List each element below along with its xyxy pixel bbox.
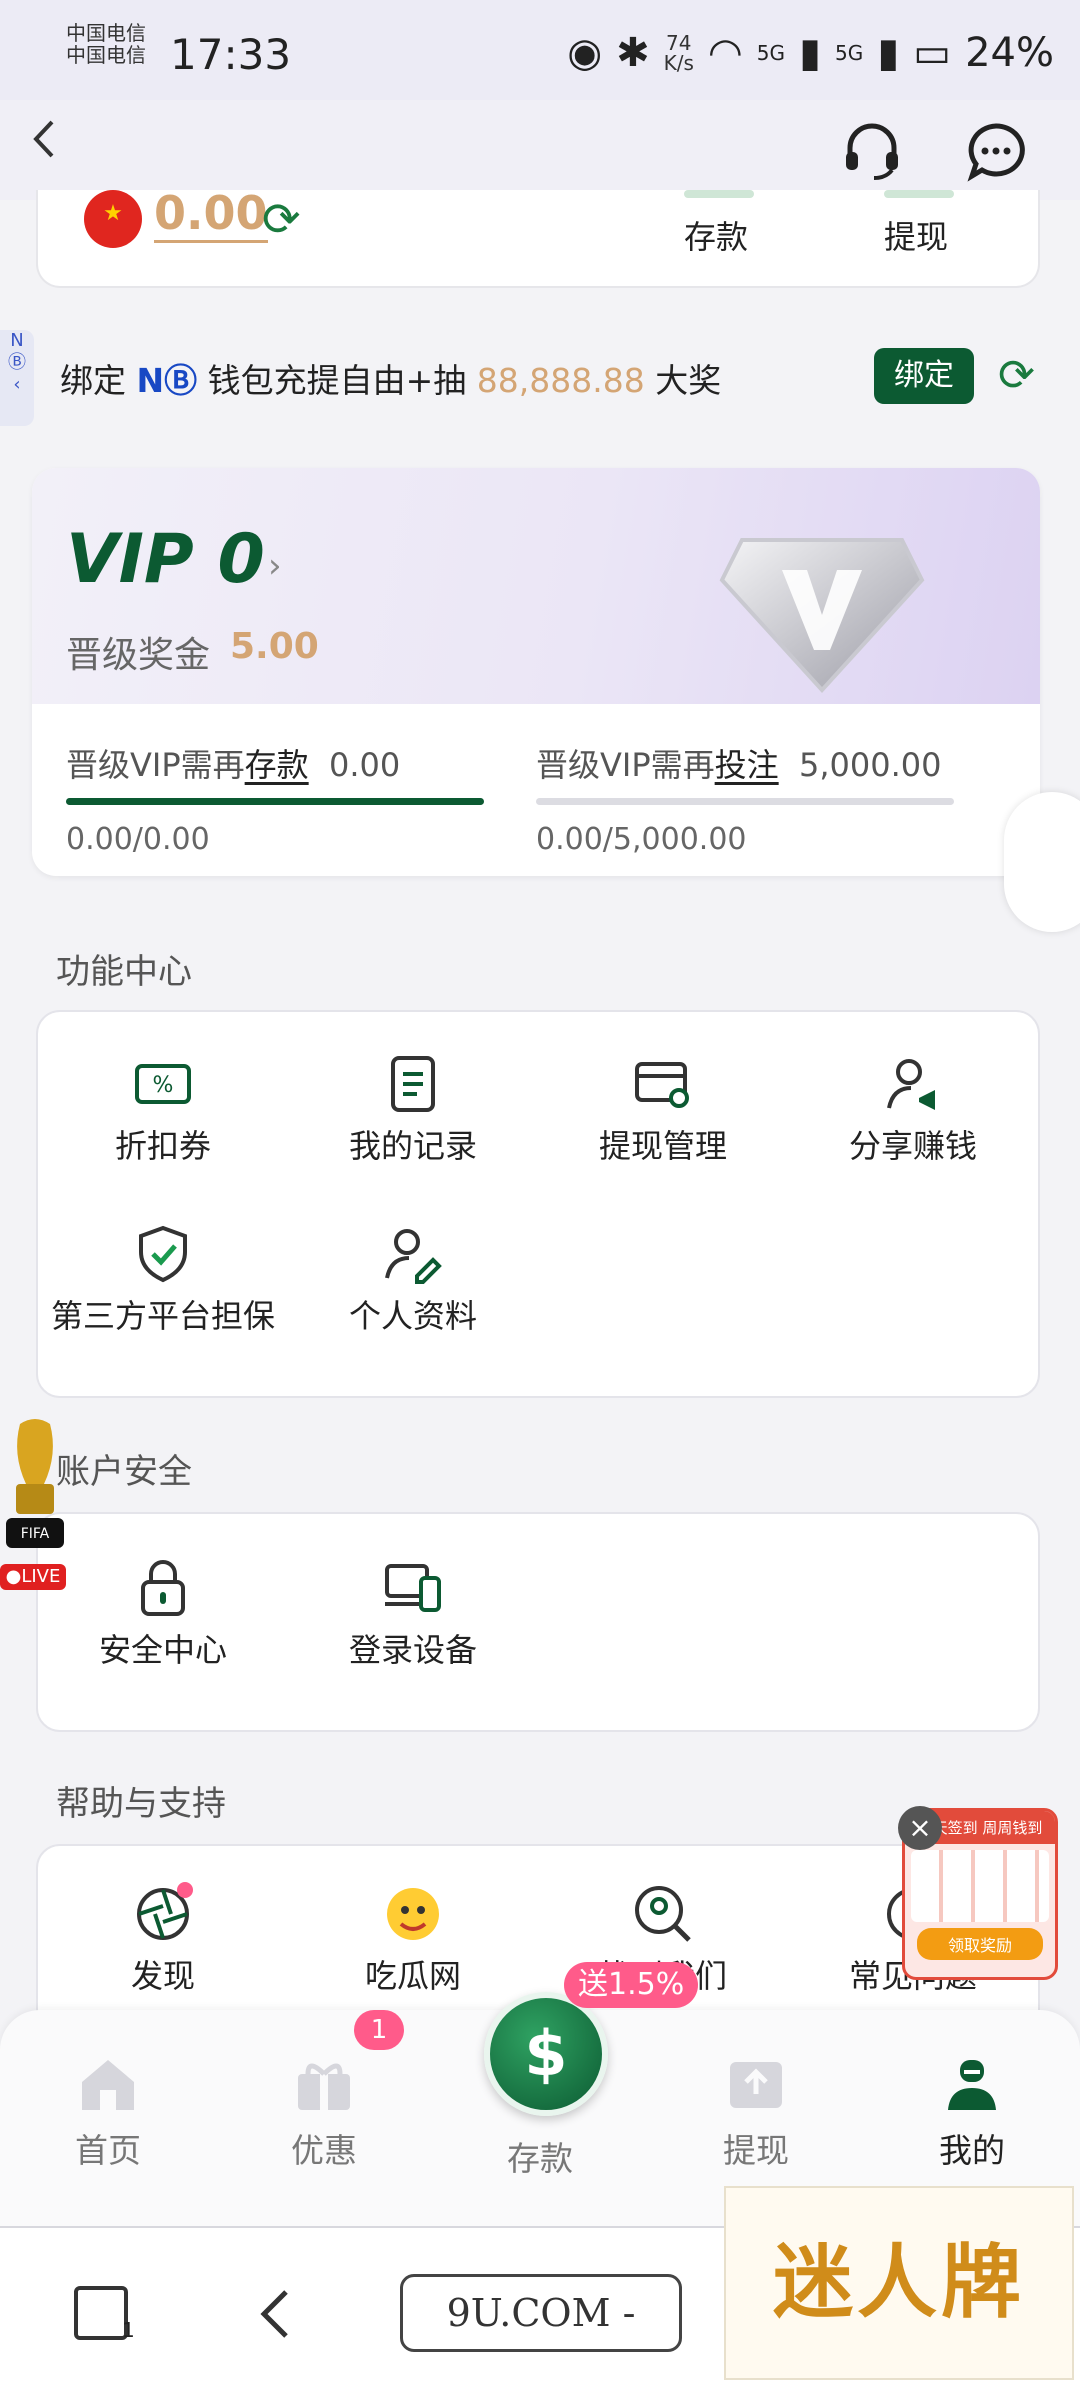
- dollar-plus-icon: $: [524, 2017, 568, 2090]
- top-header: [0, 100, 1080, 200]
- discount-ticket-icon: %: [135, 1064, 191, 1104]
- live-badge: ●LIVE: [0, 1564, 66, 1590]
- nav-home[interactable]: 首页: [38, 2054, 178, 2172]
- url-bar[interactable]: 9U.COM -: [400, 2274, 682, 2352]
- document-list-icon: [391, 1056, 435, 1112]
- bind-button[interactable]: 绑定: [874, 348, 974, 404]
- share-earn-button[interactable]: 分享赚钱: [788, 1052, 1038, 1166]
- bind-wallet-banner: 绑定 NⒷ 钱包充提自由+抽 88,888.88 大奖: [60, 361, 722, 400]
- deposit-icon: [684, 190, 754, 198]
- lock-icon: [141, 1560, 185, 1616]
- security-center-button[interactable]: 安全中心: [38, 1556, 288, 1670]
- fifa-live-float[interactable]: FIFA ●LIVE: [0, 1414, 70, 1594]
- third-party-guarantee-button[interactable]: 第三方平台担保: [38, 1222, 288, 1336]
- tabs-button[interactable]: 1: [72, 2284, 135, 2344]
- close-icon[interactable]: ×: [898, 1806, 942, 1850]
- card-settings-icon: [635, 1062, 689, 1108]
- emoji-face-icon: [387, 1888, 439, 1940]
- browser-back-button[interactable]: [256, 2286, 296, 2342]
- trophy-icon: FIFA: [6, 1419, 64, 1548]
- upload-icon: [730, 2062, 782, 2108]
- aperture-icon: [137, 1882, 193, 1940]
- chevron-left-icon: [33, 120, 54, 158]
- coupon-button[interactable]: % 折扣券: [38, 1052, 288, 1166]
- back-button[interactable]: [28, 116, 68, 168]
- battery-icon: ▭: [913, 30, 952, 76]
- account-security-panel: 安全中心 登录设备: [36, 1512, 1040, 1732]
- withdraw-management-button[interactable]: 提现管理: [538, 1052, 788, 1166]
- user-icon: [948, 2060, 996, 2110]
- function-center-title: 功能中心: [56, 952, 192, 992]
- floating-mascot-button[interactable]: [1004, 792, 1080, 932]
- search-user-icon: [635, 1886, 691, 1942]
- carrier-label: 中国电信 中国电信: [66, 21, 146, 67]
- signal-1-label: 5G: [756, 41, 786, 65]
- eye-icon: ◉: [567, 30, 603, 76]
- signal-icon: ▮: [799, 30, 822, 76]
- battery-percent: 24%: [965, 30, 1054, 76]
- brand-ad-logo[interactable]: 迷人牌: [724, 2186, 1074, 2380]
- bet-progress-track: [536, 798, 954, 805]
- deposit-fab-button[interactable]: $: [484, 1992, 608, 2116]
- deposit-progress-fill: [66, 798, 484, 805]
- deposit-progress-text: 0.00/0.00: [66, 822, 210, 857]
- promo-badge: 1: [354, 2010, 404, 2050]
- vip-level[interactable]: VIP 0: [66, 520, 265, 599]
- refresh-icon[interactable]: ⟳: [998, 350, 1035, 401]
- claim-reward-button[interactable]: 领取奖励: [917, 1928, 1043, 1960]
- records-button[interactable]: 我的记录: [288, 1052, 538, 1166]
- net-speed: 74 K/s: [663, 31, 694, 75]
- wallet-balance: 0.00: [154, 186, 268, 243]
- withdraw-icon: [884, 190, 954, 198]
- china-flag-icon: ★: [84, 190, 142, 248]
- vip-bonus-label: 晋级奖金: [66, 635, 211, 676]
- bet-requirement: 晋级VIP需再投注 5,000.00: [536, 746, 942, 784]
- devices-icon: [385, 1564, 441, 1612]
- fifa-label: FIFA: [21, 1526, 50, 1542]
- chevron-right-icon[interactable]: ›: [268, 546, 282, 586]
- shield-check-icon: [139, 1225, 187, 1283]
- wallet-withdraw-link[interactable]: 提现: [884, 212, 948, 258]
- chat-icon[interactable]: [964, 120, 1028, 184]
- user-edit-icon: [385, 1229, 442, 1284]
- calendar-grid: [911, 1850, 1049, 1922]
- nav-withdraw[interactable]: 提现: [686, 2054, 826, 2172]
- vip-bonus-value: 5.00: [230, 626, 319, 667]
- chevron-left-icon: [260, 2290, 288, 2338]
- home-icon: [82, 2060, 134, 2110]
- nb-side-tab[interactable]: N Ⓑ ‹: [0, 330, 34, 426]
- bluetooth-icon: ✱: [616, 30, 650, 76]
- nav-deposit[interactable]: 存款: [470, 2126, 610, 2180]
- svg-text:%: %: [153, 1073, 174, 1098]
- deposit-requirement: 晋级VIP需再存款 0.00: [66, 746, 401, 784]
- signal-2-label: 5G: [835, 41, 864, 65]
- vip-shield-badge-icon: [719, 538, 925, 693]
- clock: 17:33: [170, 30, 292, 79]
- function-center-panel: % 折扣券 我的记录 提现管理 分享赚钱 第三方平台担保 个人资料: [36, 1010, 1040, 1398]
- login-devices-button[interactable]: 登录设备: [288, 1556, 538, 1670]
- signal-icon: ▮: [877, 30, 900, 76]
- help-support-title: 帮助与支持: [56, 1784, 226, 1824]
- deposit-promo-badge: 送1.5%: [564, 1962, 699, 2008]
- bet-progress-text: 0.00/5,000.00: [536, 822, 747, 857]
- user-megaphone-icon: [887, 1059, 935, 1110]
- account-security-title: 账户安全: [56, 1452, 192, 1492]
- gift-icon: [298, 2063, 350, 2110]
- tab-count: 1: [122, 2318, 135, 2342]
- profile-button[interactable]: 个人资料: [288, 1222, 538, 1336]
- discover-button[interactable]: 发现: [38, 1882, 288, 1996]
- refresh-balance-icon[interactable]: ⟳: [262, 192, 301, 246]
- melon-gossip-button[interactable]: 吃瓜网: [288, 1882, 538, 1996]
- status-icons: ◉ ✱ 74 K/s ◠ 5G ▮ 5G ▮ ▭ 24%: [567, 30, 1054, 76]
- nav-promo[interactable]: 优惠: [254, 2054, 394, 2172]
- wallet-deposit-link[interactable]: 存款: [684, 212, 748, 258]
- wifi-icon: ◠: [707, 30, 743, 76]
- nav-mine[interactable]: 我的: [902, 2054, 1042, 2172]
- headset-icon[interactable]: [840, 120, 904, 184]
